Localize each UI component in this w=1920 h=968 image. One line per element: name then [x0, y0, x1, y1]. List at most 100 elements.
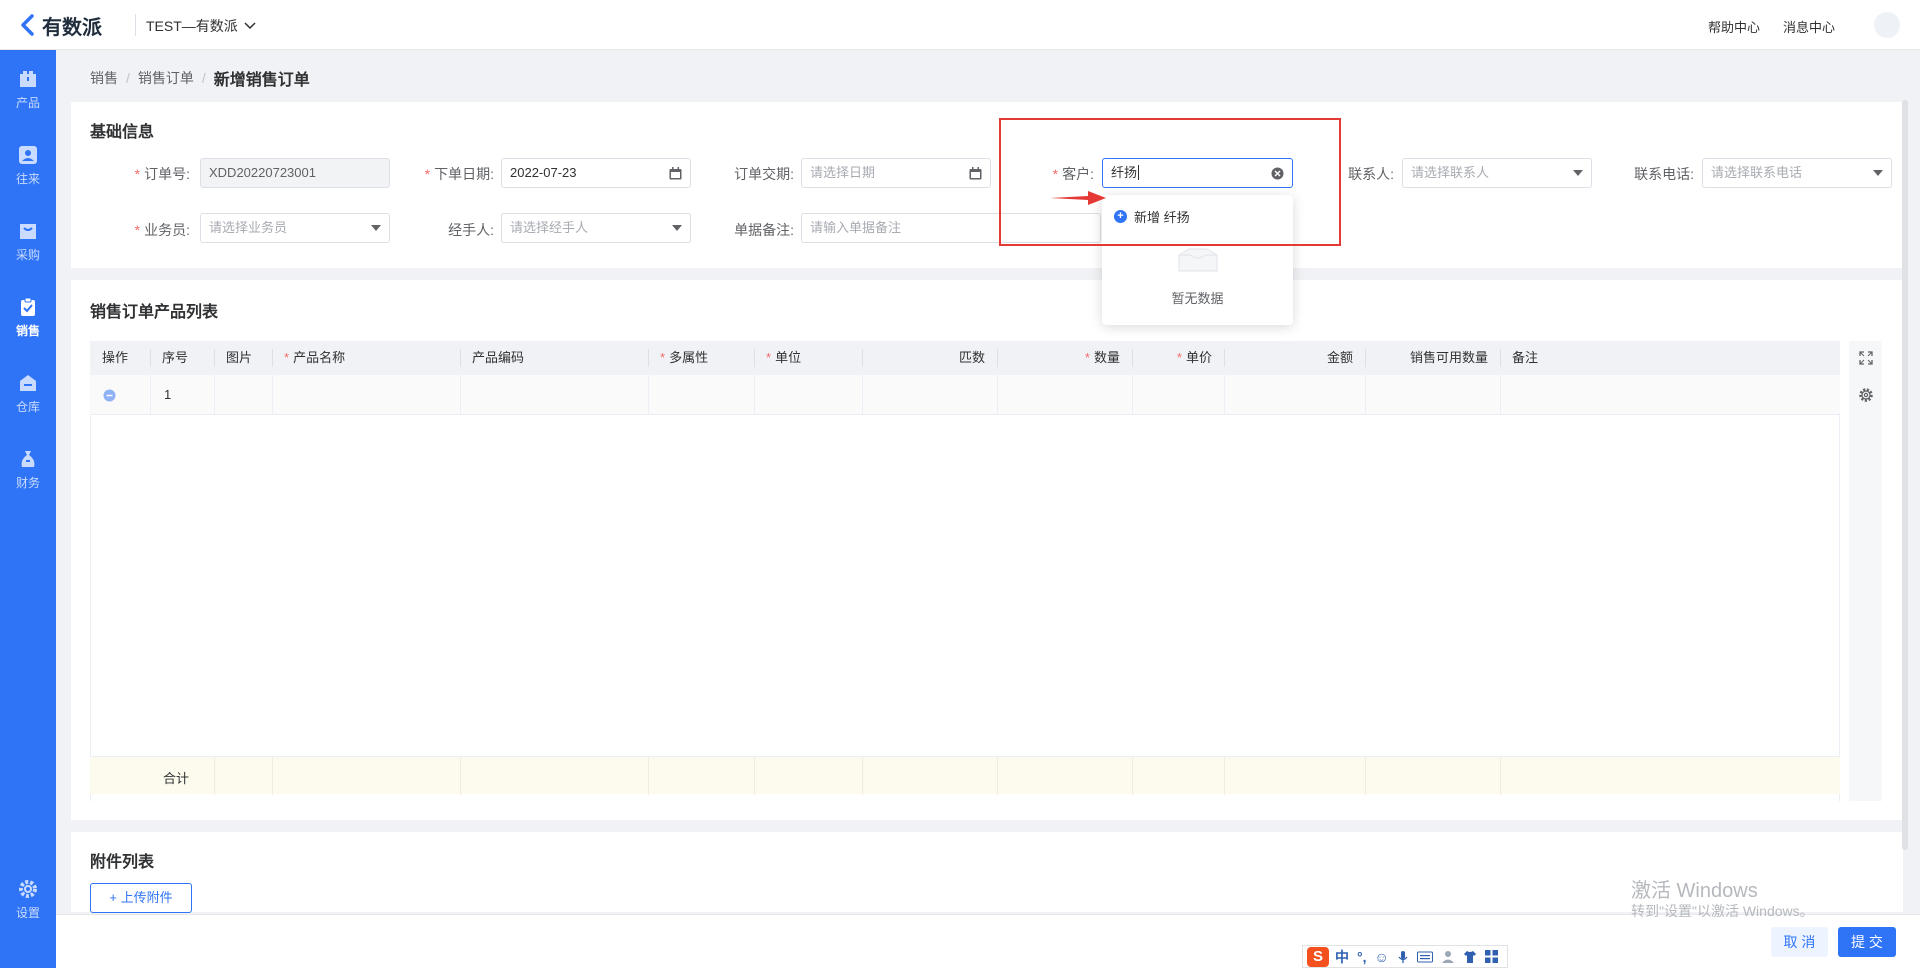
table-row: 1 [90, 375, 1840, 415]
sidebar-item-label: 仓库 [15, 400, 40, 414]
money-bag-icon [21, 451, 35, 467]
column-header-amount: 金额 [1326, 350, 1353, 365]
emoji-icon[interactable]: ☺ [1375, 949, 1389, 965]
cell-divider [754, 757, 755, 795]
sidebar-item-product[interactable]: 产品 [0, 60, 56, 120]
remark-input[interactable]: 请输入单据备注 [801, 213, 1101, 243]
page-scrollbar[interactable] [1902, 100, 1908, 850]
add-customer-option[interactable]: + 新增 纤扬 [1114, 207, 1190, 226]
order-no-label: * 订单号: [134, 166, 190, 182]
warehouse-icon [20, 375, 36, 391]
row-index: 1 [164, 387, 172, 402]
sidebar-item-warehouse[interactable]: 仓库 [0, 364, 56, 424]
empty-text: 暂无数据 [1171, 291, 1224, 306]
phone-label: 联系电话: [1634, 166, 1694, 182]
sidebar-item-finance[interactable]: 财务 [0, 440, 56, 500]
clipboard-check-icon [21, 297, 35, 316]
customer-dropdown: + 新增 纤扬 暂无数据 [1102, 195, 1293, 325]
column-header-remark: 备注 [1512, 350, 1539, 365]
ime-punct[interactable]: °, [1357, 949, 1367, 965]
contact-label: 联系人: [1348, 166, 1394, 182]
remark-label: 单据备注: [734, 222, 794, 238]
sidebar-item-settings[interactable]: 设置 [0, 870, 56, 930]
user-icon[interactable] [1441, 950, 1455, 964]
sidebar-item-sales[interactable]: 销售 [0, 288, 56, 348]
cell-divider [1500, 375, 1501, 415]
breadcrumb-separator: / [201, 70, 206, 86]
microphone-icon[interactable] [1397, 950, 1409, 964]
cell-divider [997, 757, 998, 795]
breadcrumb-item-sales-order[interactable]: 销售订单 [138, 68, 194, 88]
sidebar-item-label: 财务 [15, 476, 40, 490]
order-date-input[interactable]: 2022-07-23 [501, 158, 691, 188]
sidebar-item-label: 产品 [15, 96, 40, 110]
remove-row-icon[interactable] [103, 389, 116, 402]
table-tools [1849, 341, 1882, 801]
attachments-title: 附件列表 [90, 854, 155, 871]
cell-divider [460, 375, 461, 415]
salesman-label: * 业务员: [134, 222, 190, 238]
plus-circle-icon: + [1114, 210, 1127, 223]
delivery-date-label: 订单交期: [734, 166, 794, 182]
contact-select[interactable]: 请选择联系人 [1402, 158, 1592, 188]
shirt-icon[interactable] [1463, 950, 1477, 964]
cell-divider [150, 375, 151, 415]
breadcrumb-item-sales[interactable]: 销售 [90, 68, 118, 88]
sum-label: 合计 [163, 771, 190, 786]
cell-divider [1132, 757, 1133, 795]
cell-divider [862, 375, 863, 415]
column-header-image: 图片 [226, 350, 253, 365]
keyboard-icon[interactable] [1416, 951, 1433, 963]
product-list-title: 销售订单产品列表 [90, 304, 219, 321]
grid-icon[interactable] [1484, 950, 1498, 963]
chevron-down-icon [244, 22, 256, 30]
store-icon [20, 224, 36, 239]
help-center-link[interactable]: 帮助中心 [1708, 17, 1760, 36]
avatar[interactable] [1874, 12, 1900, 38]
column-header-index: 序号 [162, 350, 189, 365]
org-switcher[interactable]: TEST—有数派 [146, 16, 256, 36]
activation-watermark-subtitle: 转到"设置"以激活 Windows。 [1631, 903, 1814, 919]
column-header-pieces: 匹数 [958, 350, 985, 365]
gear-icon[interactable] [1858, 387, 1874, 403]
top-bar: 有数派 TEST—有数派 帮助中心 消息中心 [0, 0, 1920, 50]
clear-icon[interactable] [1271, 167, 1284, 180]
delivery-date-input[interactable]: 请选择日期 [801, 158, 991, 188]
customer-label: * 客户: [1052, 166, 1094, 182]
cell-divider [648, 375, 649, 415]
caret-down-icon [672, 225, 682, 231]
cell-divider [460, 757, 461, 795]
cancel-button[interactable]: 取 消 [1771, 927, 1828, 957]
app-logo[interactable]: 有数派 [18, 10, 102, 40]
cell-divider [754, 375, 755, 415]
fullscreen-icon[interactable] [1859, 351, 1873, 365]
submit-button[interactable]: 提 交 [1838, 927, 1896, 957]
message-center-link[interactable]: 消息中心 [1783, 17, 1835, 36]
cell-divider [272, 375, 273, 415]
sidebar: 产品 往来 采购 销售 仓库 财务 设置 [0, 50, 56, 968]
customer-input[interactable]: 纤扬 [1102, 158, 1293, 188]
cell-divider [648, 757, 649, 795]
sidebar-item-label: 销售 [15, 324, 40, 338]
salesman-select[interactable]: 请选择业务员 [200, 213, 390, 243]
ime-logo[interactable]: S [1307, 946, 1329, 967]
logo-chevron-icon [18, 13, 40, 37]
sidebar-item-contacts[interactable]: 往来 [0, 136, 56, 196]
box-icon [20, 71, 36, 87]
ime-mode[interactable]: 中 [1335, 947, 1349, 967]
contact-icon [19, 146, 37, 164]
cell-divider [1500, 757, 1501, 795]
cell-divider [1365, 375, 1366, 415]
column-header-quantity: * 数量 [1084, 350, 1120, 365]
attachments-card: 附件列表 [71, 832, 1903, 912]
sidebar-item-purchase[interactable]: 采购 [0, 212, 56, 272]
phone-select[interactable]: 请选择联系电话 [1702, 158, 1892, 188]
table-header: 操作 序号 图片 * 产品名称 产品编码 * 多属性 * 单位 匹数 * 数量 * 单价 … [90, 341, 1840, 375]
cell-divider [214, 757, 215, 795]
cell-divider [272, 757, 273, 795]
annotation-arrow-icon [1050, 191, 1106, 205]
column-header-available-qty: 销售可用数量 [1409, 350, 1488, 365]
upload-attachment-button[interactable]: + 上传附件 [90, 883, 192, 913]
cell-divider [1132, 375, 1133, 415]
handler-select[interactable]: 请选择经手人 [501, 213, 691, 243]
